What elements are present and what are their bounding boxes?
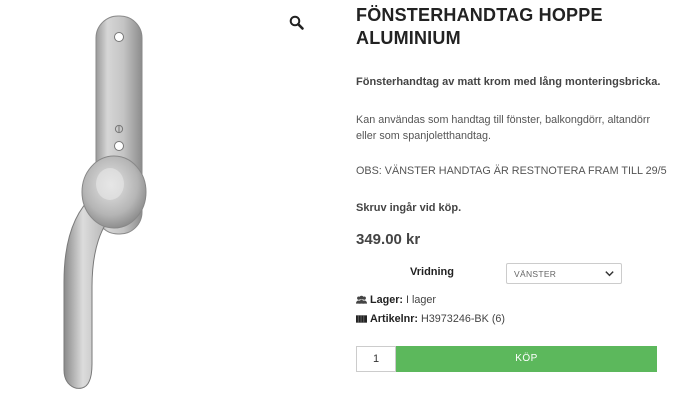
- variation-label: Vridning: [410, 266, 454, 278]
- barcode-icon: [356, 315, 367, 323]
- zoom-icon[interactable]: [288, 14, 306, 32]
- sku-value: H3973246-BK (6): [421, 313, 506, 325]
- variation-selected-value: VÄNSTER: [514, 269, 557, 279]
- restock-notice: OBS: VÄNSTER HANDTAG ÄR RESTNOTERA FRAM …: [356, 165, 667, 177]
- product-description-lead: Fönsterhandtag av matt krom med lång mon…: [356, 76, 661, 88]
- product-price: 349.00 kr: [356, 231, 421, 248]
- users-icon: [356, 295, 367, 304]
- product-gallery: [0, 0, 330, 398]
- stock-label: Lager:: [370, 294, 403, 306]
- buy-button[interactable]: KÖP: [396, 346, 657, 372]
- product-description: Kan användas som handtag till fönster, b…: [356, 114, 651, 142]
- quantity-input[interactable]: [356, 346, 396, 372]
- product-title: FÖNSTERHANDTAG HOPPE ALUMINIUM: [356, 5, 603, 48]
- screws-included-note: Skruv ingår vid köp.: [356, 202, 462, 214]
- chevron-down-icon: [605, 271, 614, 277]
- sku-row: Artikelnr: H3973246-BK (6): [356, 313, 505, 325]
- stock-row: Lager: I lager: [356, 294, 436, 306]
- stock-value: I lager: [406, 294, 437, 306]
- product-image[interactable]: [30, 12, 200, 394]
- variation-select[interactable]: VÄNSTER: [506, 263, 622, 284]
- sku-label: Artikelnr:: [370, 313, 418, 325]
